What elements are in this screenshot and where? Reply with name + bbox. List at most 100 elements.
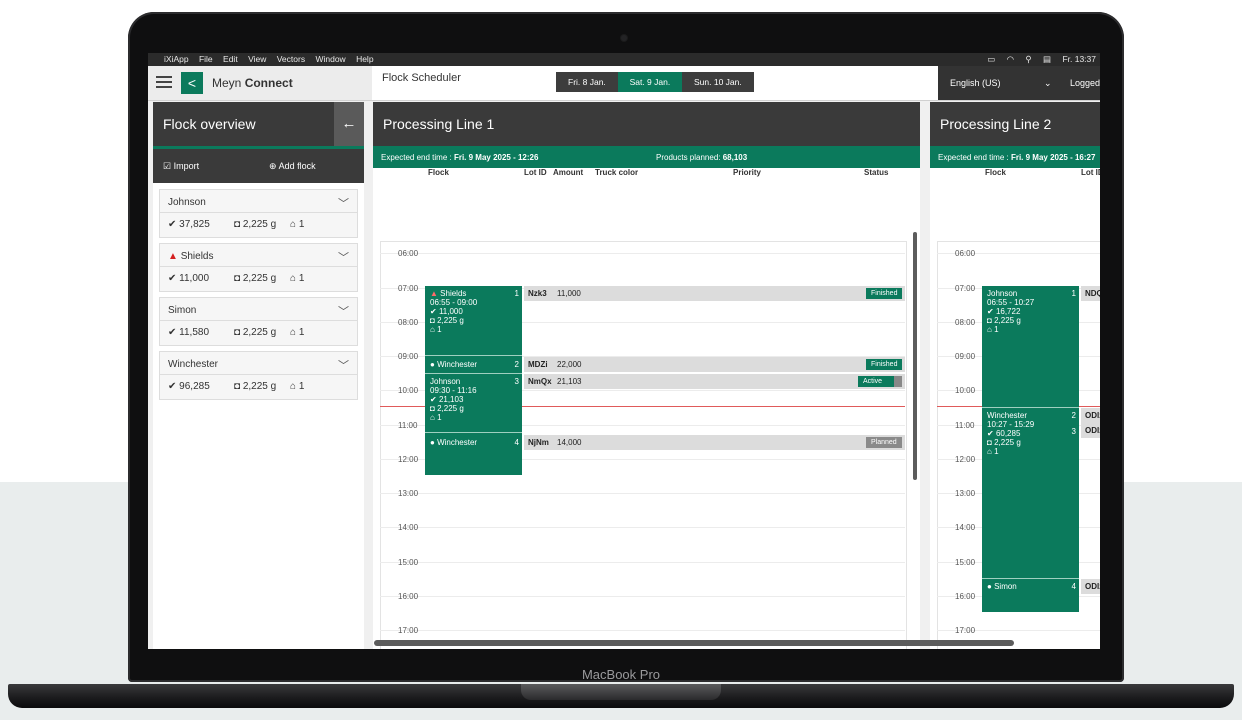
house-icon: ⌂ <box>430 413 435 422</box>
divider <box>425 355 522 356</box>
status-badge: Planned <box>866 437 902 448</box>
date-tabs: Fri. 8 Jan. Sat. 9 Jan. Sun. 10 Jan. <box>556 72 754 92</box>
flock-name: Winchester <box>168 359 219 370</box>
block-name: Johnson <box>987 289 1018 298</box>
column-headers: Flock Lot ID <box>930 168 1100 178</box>
menu-vectors[interactable]: Vectors <box>277 54 305 64</box>
schedule-row[interactable]: ODlz <box>1081 579 1100 594</box>
block-birds: 60,285 <box>995 429 1021 438</box>
schedule-row[interactable]: ODlz <box>1081 423 1100 438</box>
search-icon[interactable]: ⚲ <box>1025 54 1031 64</box>
col-lot-id[interactable]: Lot ID <box>524 168 547 177</box>
house-icon: ⌂ <box>290 273 297 284</box>
hour-gridline <box>380 596 905 597</box>
language-selector[interactable]: English (US) ⌄ Logged i <box>938 66 1100 100</box>
menu-window[interactable]: Window <box>315 54 345 64</box>
schedule-row[interactable]: MDZi 22,000 Finished <box>524 357 905 372</box>
flock-birds: 11,580 <box>179 327 210 338</box>
menu-file[interactable]: File <box>199 54 213 64</box>
collapse-arrow-icon[interactable]: ← <box>334 102 364 146</box>
bird-icon: ✔ <box>430 395 437 404</box>
horizontal-scrollbar[interactable] <box>374 640 1014 646</box>
divider <box>982 407 1079 408</box>
weight-icon: ◘ <box>234 327 241 338</box>
hour-label: 15:00 <box>398 558 419 567</box>
menu-clock[interactable]: Fr. 13:37 <box>1062 54 1096 64</box>
amount: 22,000 <box>557 360 582 369</box>
col-priority[interactable]: Priority <box>733 168 761 177</box>
schedule-row[interactable]: NjNm 14,000 Planned <box>524 435 905 450</box>
flock-name: Simon <box>168 305 197 316</box>
divider <box>425 432 522 433</box>
menu-edit[interactable]: Edit <box>223 54 238 64</box>
hour-label: 10:00 <box>955 386 976 395</box>
chevron-down-icon[interactable]: ﹀ <box>338 195 349 211</box>
flock-houses: 1 <box>298 381 305 392</box>
house-icon: ⌂ <box>430 325 435 334</box>
block-houses: 1 <box>994 325 999 334</box>
chevron-down-icon[interactable]: ﹀ <box>338 303 349 319</box>
block-houses: 1 <box>437 413 442 422</box>
date-tab-sat[interactable]: Sat. 9 Jan. <box>617 72 683 92</box>
house-icon: ⌂ <box>987 325 992 334</box>
import-label: Import <box>173 161 200 171</box>
wifi-icon[interactable]: ◠ <box>1007 54 1014 64</box>
chevron-down-icon[interactable]: ﹀ <box>338 249 349 265</box>
vertical-scrollbar[interactable] <box>913 232 917 480</box>
bird-icon: ✔ <box>168 327 177 338</box>
bird-icon: ✔ <box>168 219 177 230</box>
col-amount[interactable]: Amount <box>553 168 583 177</box>
hour-label: 08:00 <box>398 318 419 327</box>
processing-line-1: Processing Line 1 Expected end time : Fr… <box>373 102 920 649</box>
schedule-row[interactable]: NmQx 21,103 Active <box>524 374 905 389</box>
menu-view[interactable]: View <box>248 54 266 64</box>
bird-icon: ✔ <box>430 307 437 316</box>
menu-app[interactable]: iXiApp <box>164 54 189 64</box>
lot-id: NDQ1 <box>1085 289 1100 298</box>
date-tab-fri[interactable]: Fri. 8 Jan. <box>556 72 618 92</box>
weight-icon: ◘ <box>234 273 241 284</box>
divider <box>160 212 357 213</box>
hour-label: 16:00 <box>955 592 976 601</box>
add-flock-button[interactable]: ⊕ Add flock <box>269 161 316 172</box>
col-truck-color[interactable]: Truck color <box>595 168 638 177</box>
battery-icon[interactable]: ▭ <box>987 54 995 64</box>
status-badge: Active <box>858 376 902 387</box>
divider <box>160 320 357 321</box>
hamburger-menu-icon[interactable] <box>156 74 172 90</box>
logged-in-label[interactable]: Logged i <box>1070 66 1100 100</box>
col-flock[interactable]: Flock <box>985 168 1006 177</box>
hour-label: 15:00 <box>955 558 976 567</box>
bird-icon: ✔ <box>168 273 177 284</box>
chevron-down-icon[interactable]: ﹀ <box>338 357 349 373</box>
schedule-row[interactable]: Nzk3 11,000 Finished <box>524 286 905 301</box>
amount: 21,103 <box>557 377 582 386</box>
schedule-row[interactable]: ODlz <box>1081 408 1100 423</box>
schedule-row[interactable]: NDQ1 <box>1081 286 1100 301</box>
products-value: 68,103 <box>722 153 748 162</box>
laptop-notch <box>521 684 721 700</box>
col-status[interactable]: Status <box>864 168 888 177</box>
block-name: Simon <box>994 582 1017 591</box>
flock-card[interactable]: Johnson ﹀ ✔ 37,825 ◘ 2,225 g ⌂ 1 <box>159 189 358 238</box>
lot-id: NjNm <box>528 438 549 447</box>
menu-help[interactable]: Help <box>356 54 373 64</box>
add-flock-label: Add flock <box>278 161 316 171</box>
col-lot-id[interactable]: Lot ID <box>1081 168 1100 177</box>
block-weight: 2,225 g <box>437 316 464 325</box>
block-number: 3 <box>514 377 519 386</box>
block-name: Winchester <box>437 360 478 369</box>
bird-icon: ✔ <box>987 429 994 438</box>
expected-end-time: Expected end time : Fri. 9 May 2025 - 16… <box>938 153 1095 162</box>
date-tab-sun[interactable]: Sun. 10 Jan. <box>682 72 754 92</box>
control-center-icon[interactable]: ▤ <box>1043 54 1051 64</box>
import-button[interactable]: ☑ Import <box>163 161 199 172</box>
block-number: 4 <box>514 438 519 447</box>
flock-card[interactable]: Winchester ﹀ ✔ 96,285 ◘ 2,225 g ⌂ 1 <box>159 351 358 400</box>
flock-birds: 96,285 <box>179 381 210 392</box>
col-flock[interactable]: Flock <box>428 168 449 177</box>
camera <box>621 35 627 41</box>
block-name: Winchester <box>437 438 478 447</box>
flock-card[interactable]: Simon ﹀ ✔ 11,580 ◘ 2,225 g ⌂ 1 <box>159 297 358 346</box>
flock-card[interactable]: ▲ Shields ﹀ ✔ 11,000 ◘ 2,225 g ⌂ 1 <box>159 243 358 292</box>
